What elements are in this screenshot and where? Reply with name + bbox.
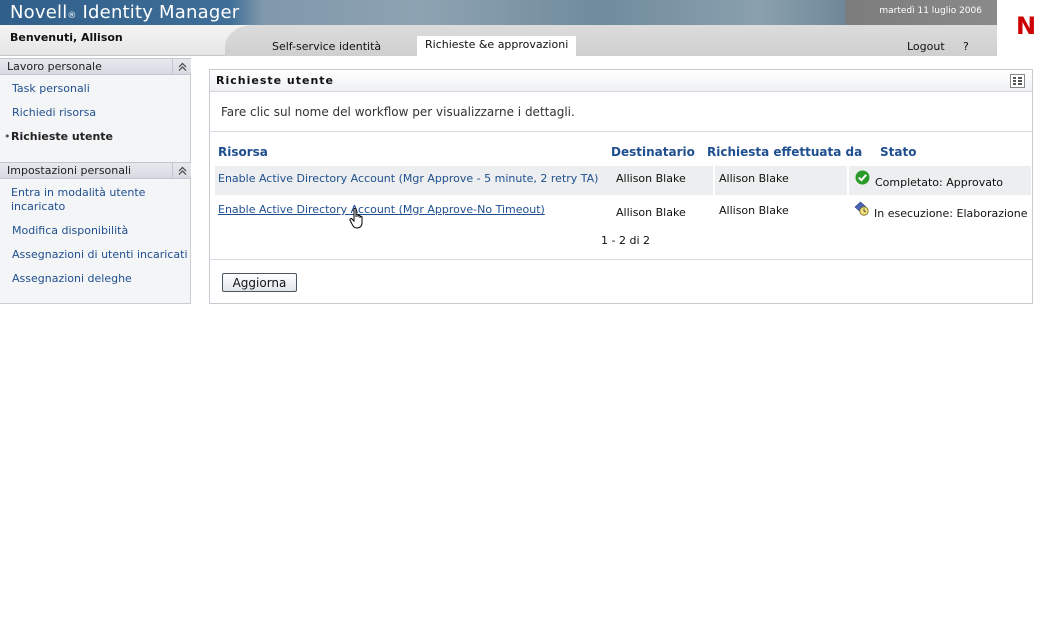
refresh-button[interactable]: Aggiorna (222, 273, 297, 292)
workflow-link[interactable]: Enable Active Directory Account (Mgr App… (218, 203, 545, 216)
processing-clock-icon (854, 201, 869, 216)
divider (210, 259, 1032, 260)
app-title: Novell® Identity Manager (10, 2, 240, 23)
double-chevron-up-icon[interactable] (172, 58, 191, 75)
recipient-cell: Allison Blake (616, 206, 686, 219)
sidebar-item-assegnazioni-incaricati[interactable]: Assegnazioni di utenti incaricati (12, 248, 188, 261)
requests-panel: Richieste utente Fare clic sul nome del … (209, 69, 1033, 304)
double-chevron-up-icon[interactable] (172, 162, 191, 179)
requested-by-cell: Allison Blake (719, 204, 789, 217)
sidebar-item-richiedi-risorsa[interactable]: Richiedi risorsa (12, 106, 96, 119)
sidebar-item-modifica-disponibilita[interactable]: Modifica disponibilità (12, 224, 128, 237)
sidebar-section-personal-settings[interactable]: Impostazioni personali (0, 162, 191, 179)
page-title: Richieste utente (216, 74, 335, 87)
sidebar-item-modalita-incaricato[interactable]: Entra in modalità utente incaricato (11, 186, 145, 214)
svg-text:N: N (1016, 12, 1036, 38)
novell-logo-icon: N (1016, 12, 1036, 38)
status-cell: In esecuzione: Elaborazione (874, 207, 1028, 220)
welcome-text: Benvenuti, Allison (10, 31, 123, 44)
requested-by-cell: Allison Blake (719, 172, 789, 185)
bullet-icon: • (4, 130, 11, 143)
check-circle-icon (855, 170, 870, 185)
pagination-info: 1 - 2 di 2 (601, 234, 650, 247)
help-link[interactable]: ? (963, 40, 969, 53)
status-cell: Completato: Approvato (875, 176, 1004, 189)
nav-bar: Benvenuti, Allison Self-service identità… (0, 25, 997, 56)
tab-self-service[interactable]: Self-service identità (264, 38, 389, 56)
workflow-link[interactable]: Enable Active Directory Account (Mgr App… (218, 172, 598, 185)
sidebar-section-title: Lavoro personale (7, 60, 102, 73)
divider (210, 131, 1032, 132)
sidebar-item-assegnazioni-deleghe[interactable]: Assegnazioni deleghe (12, 272, 132, 285)
current-date: martedì 11 luglio 2006 (879, 6, 982, 16)
column-header-stato[interactable]: Stato (880, 145, 916, 159)
header-banner: Novell® Identity Manager martedì 11 lugl… (0, 0, 997, 25)
sidebar-section-personal-work[interactable]: Lavoro personale (0, 58, 191, 75)
hand-cursor-icon (349, 207, 363, 229)
column-header-destinatario[interactable]: Destinatario (611, 145, 695, 159)
panel-description: Fare clic sul nome del workflow per visu… (221, 105, 575, 119)
sidebar: Lavoro personale Task personali Richiedi… (0, 58, 191, 304)
sidebar-item-task-personali[interactable]: Task personali (12, 82, 90, 95)
tab-requests-approvals[interactable]: Richieste &e approvazioni (417, 36, 577, 56)
recipient-cell: Allison Blake (616, 172, 686, 185)
sidebar-section-title: Impostazioni personali (7, 164, 132, 177)
layout-grid-icon[interactable] (1010, 74, 1025, 88)
column-header-risorsa[interactable]: Risorsa (218, 145, 268, 159)
column-header-richiesta-da[interactable]: Richiesta effettuata da (707, 145, 862, 159)
panel-title-bar: Richieste utente (210, 70, 1032, 92)
sidebar-item-richieste-utente[interactable]: • Richieste utente (4, 130, 113, 143)
logout-link[interactable]: Logout (907, 40, 945, 53)
